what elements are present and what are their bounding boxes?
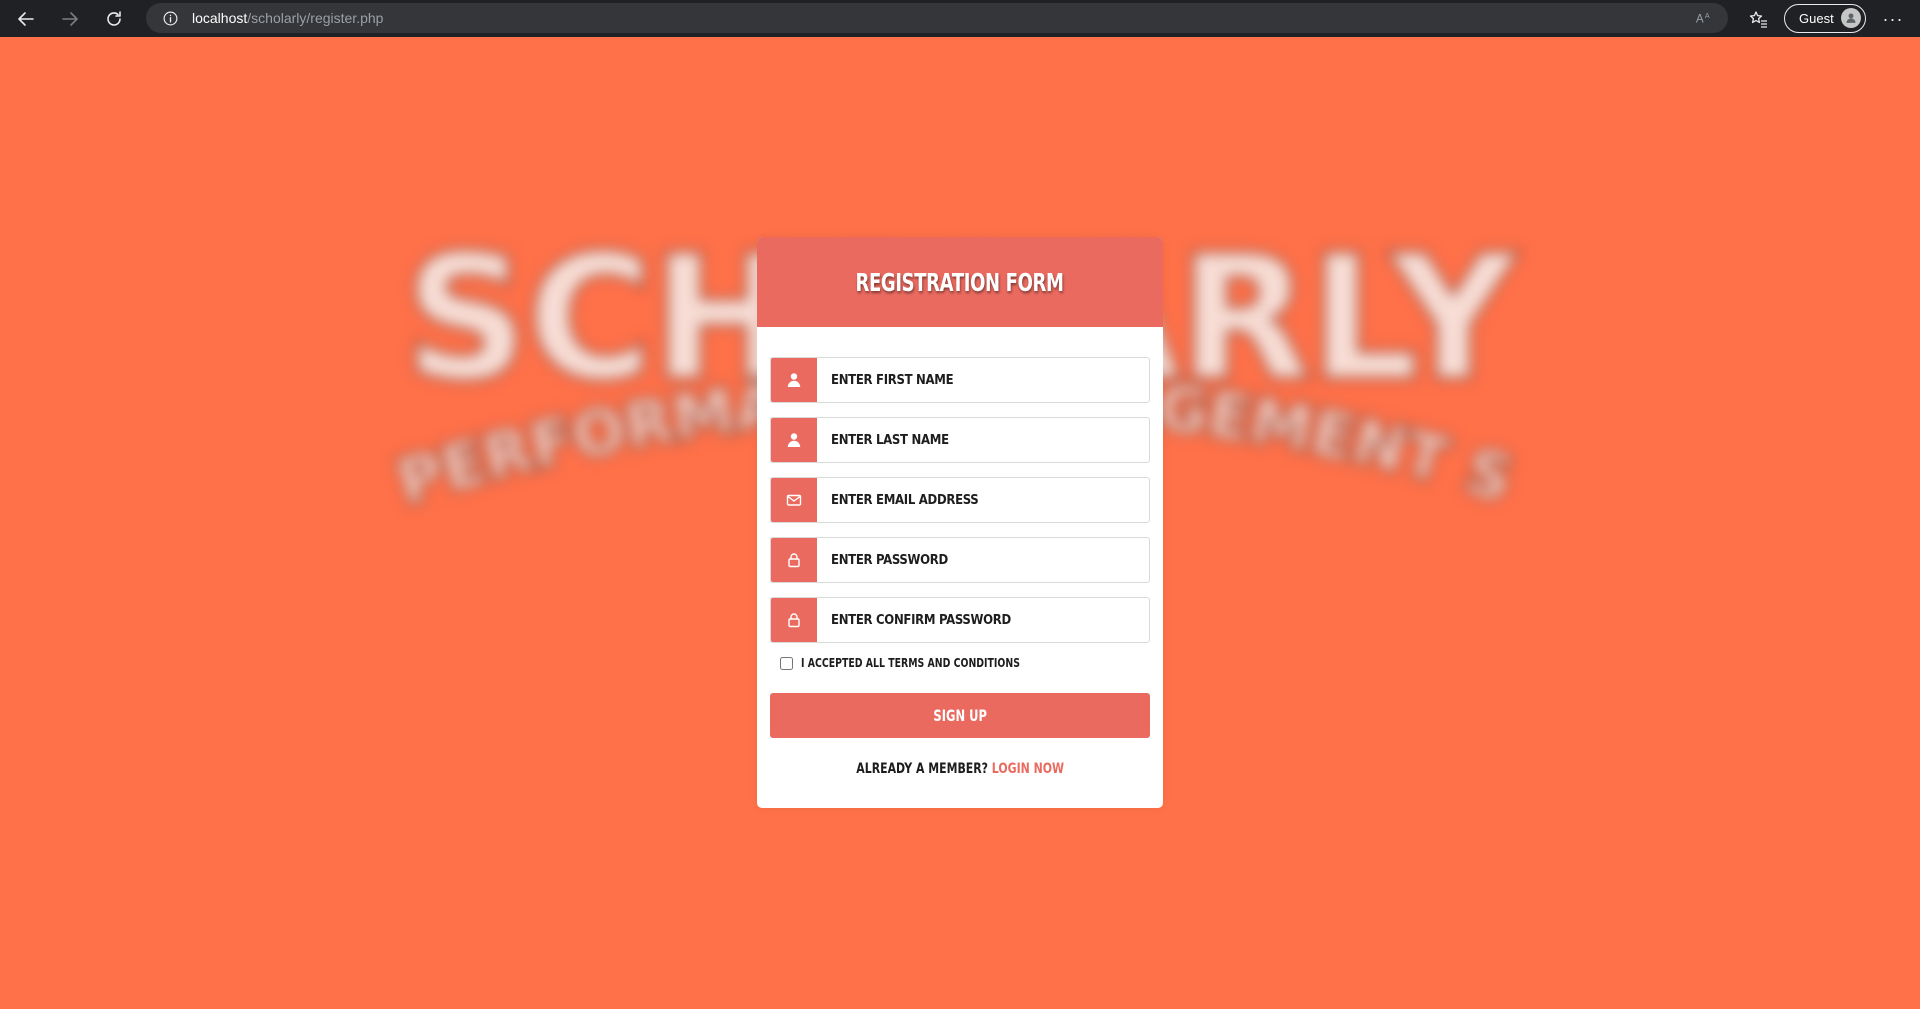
profile-label: Guest xyxy=(1799,11,1834,26)
password-field xyxy=(770,537,1150,583)
terms-row: I ACCEPTED ALL TERMS AND CONDITIONS xyxy=(780,651,1150,675)
first-name-input[interactable] xyxy=(817,358,1149,402)
confirm-password-field xyxy=(770,597,1150,643)
confirm-password-input[interactable] xyxy=(817,598,1149,642)
forward-button[interactable] xyxy=(52,1,88,37)
reload-icon xyxy=(107,10,121,26)
login-prompt: ALREADY A MEMBER? LOGIN NOW xyxy=(770,760,1150,778)
guest-avatar-icon xyxy=(1841,8,1861,28)
url-host: localhost xyxy=(192,10,248,26)
svg-text:A: A xyxy=(1705,11,1710,20)
registration-card: REGISTRATION FORM ENTER FIRST NAME ENTER… xyxy=(757,237,1163,808)
user-icon xyxy=(771,418,817,462)
email-field xyxy=(770,477,1150,523)
back-button[interactable] xyxy=(8,1,44,37)
login-now-link[interactable]: LOGIN NOW xyxy=(992,761,1064,777)
first-name-field xyxy=(770,357,1150,403)
arrow-left-icon xyxy=(18,11,34,26)
mail-icon xyxy=(771,478,817,522)
arrow-right-icon xyxy=(62,11,78,26)
last-name-field xyxy=(770,417,1150,463)
browser-toolbar: localhost /scholarly/register.php AA Gue… xyxy=(0,0,1920,37)
lock-icon xyxy=(771,598,817,642)
form-title: REGISTRATION FORM xyxy=(855,267,1065,297)
user-icon xyxy=(771,358,817,402)
profile-button[interactable]: Guest xyxy=(1784,4,1866,33)
read-aloud-icon[interactable]: AA xyxy=(1694,8,1714,28)
address-bar[interactable]: localhost /scholarly/register.php AA xyxy=(146,3,1728,33)
sign-up-label: SIGN UP xyxy=(933,706,987,725)
favorites-icon xyxy=(1749,11,1767,28)
card-header: REGISTRATION FORM xyxy=(757,237,1163,327)
password-input[interactable] xyxy=(817,538,1149,582)
more-icon[interactable]: ··· xyxy=(1880,6,1906,32)
info-icon[interactable] xyxy=(160,8,180,28)
reload-button[interactable] xyxy=(96,1,132,37)
url-path: /scholarly/register.php xyxy=(247,10,384,26)
svg-text:A: A xyxy=(1696,13,1704,26)
favorites-button[interactable] xyxy=(1745,6,1771,32)
lock-icon xyxy=(771,538,817,582)
terms-label: I ACCEPTED ALL TERMS AND CONDITIONS xyxy=(801,656,1020,670)
email-input[interactable] xyxy=(817,478,1149,522)
last-name-input[interactable] xyxy=(817,418,1149,462)
already-member-text: ALREADY A MEMBER? xyxy=(856,761,988,777)
sign-up-button[interactable]: SIGN UP xyxy=(770,693,1150,738)
terms-checkbox[interactable] xyxy=(780,656,793,670)
